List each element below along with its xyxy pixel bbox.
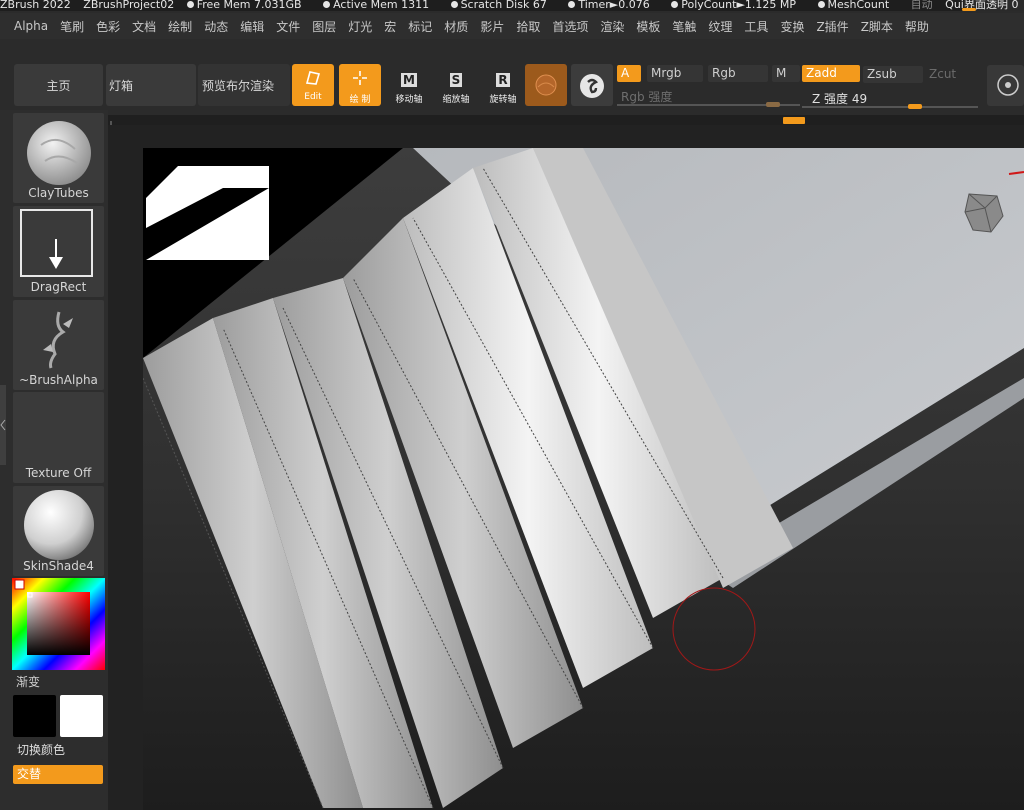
document-canvas[interactable] — [143, 148, 1024, 810]
timeline-ruler[interactable] — [108, 115, 1024, 129]
dot-icon — [671, 1, 679, 8]
brush-alpha-icon — [43, 311, 73, 369]
edit-button[interactable]: Edit — [292, 64, 334, 106]
menu-item[interactable]: Z插件 — [810, 18, 854, 35]
rgb-toggle[interactable]: Rgb — [708, 65, 768, 82]
timer: Timer►0.076 — [568, 0, 658, 11]
move-button[interactable]: M 移动轴 — [388, 64, 430, 106]
alpha-slot[interactable]: ~BrushAlpha — [13, 300, 104, 390]
menu-item[interactable]: 拾取 — [510, 18, 546, 35]
lightbox-button[interactable]: 灯箱 — [106, 64, 196, 106]
move-icon: M — [401, 73, 417, 87]
app-name: ZBrush 2022 — [0, 0, 71, 11]
menu-item[interactable]: 图层 — [306, 18, 342, 35]
menu-item[interactable]: 帮助 — [899, 18, 935, 35]
switch-color-button[interactable]: 切换颜色 — [13, 741, 103, 760]
menu-item[interactable]: 首选项 — [546, 18, 594, 35]
project-name: ZBrushProject02 — [83, 0, 175, 11]
color-picker-wheel[interactable] — [12, 578, 105, 670]
gradient-label[interactable]: 渐变 — [16, 673, 40, 690]
menu-item[interactable]: 文件 — [270, 18, 306, 35]
color-picker[interactable] — [12, 578, 105, 670]
z-intensity-track[interactable] — [802, 106, 978, 108]
local-symmetry-button[interactable] — [987, 65, 1024, 106]
menu-item[interactable]: Z脚本 — [855, 18, 899, 35]
color-sphere-button[interactable] — [571, 64, 613, 106]
timeline-knob[interactable] — [783, 117, 805, 124]
dragrect-thumbnail — [20, 209, 93, 277]
draw-button[interactable]: 绘 制 — [339, 64, 381, 106]
dot-icon — [817, 1, 825, 8]
meshcount: MeshCount — [817, 0, 899, 11]
menu-item[interactable]: 纹理 — [702, 18, 738, 35]
menu-item[interactable]: 影片 — [474, 18, 510, 35]
stroke-slot[interactable]: DragRect — [13, 206, 104, 297]
home-button[interactable]: 主页 — [14, 64, 103, 106]
zcut-toggle[interactable]: Zcut — [925, 66, 975, 83]
menu-item[interactable]: 编辑 — [234, 18, 270, 35]
rgb-intensity-label: Rgb 强度 — [621, 90, 673, 104]
rotate-button[interactable]: R 旋转轴 — [482, 64, 524, 106]
dot-icon — [568, 1, 576, 8]
scale-button[interactable]: S 缩放轴 — [435, 64, 477, 106]
menu-item[interactable]: 宏 — [378, 18, 402, 35]
free-mem: Free Mem 7.031GB — [186, 0, 311, 11]
bpr-button[interactable]: 预览布尔渲染 — [198, 64, 290, 106]
mrgb-toggle[interactable]: Mrgb — [647, 65, 703, 82]
scale-icon: S — [449, 73, 463, 87]
rgb-intensity-knob[interactable] — [765, 102, 780, 107]
menu-bar: Alpha 笔刷 色彩 文档 绘制 动态 编辑 文件 图层 灯光宏标记 材质 影片 拾取 首选项 渲染 模板笔… — [0, 13, 1024, 39]
menu-item[interactable]: 材质 — [438, 18, 474, 35]
tray-collapse-handle[interactable] — [0, 385, 6, 465]
menu-item[interactable]: 绘制 — [162, 18, 198, 35]
edit-icon — [292, 68, 334, 92]
secondary-color-swatch[interactable] — [60, 695, 103, 737]
material-slot[interactable]: SkinShade4 — [13, 486, 104, 576]
menu-item[interactable]: 变换 — [774, 18, 810, 35]
active-mem: Active Mem 1311 — [323, 0, 438, 11]
menu-item[interactable]: 文档 — [126, 18, 162, 35]
menu-item[interactable]: 灯光 — [342, 18, 378, 35]
target-icon — [997, 74, 1019, 96]
dot-icon — [186, 1, 194, 8]
m-toggle[interactable]: M — [772, 65, 800, 82]
transparency-slider[interactable] — [962, 8, 976, 11]
title-bar: ZBrush 2022 ZBrushProject02 Free Mem 7.0… — [0, 0, 1024, 11]
menu-item[interactable]: 标记 — [402, 18, 438, 35]
menu-item[interactable]: 笔触 — [666, 18, 702, 35]
polycount: PolyCount►1.125 MP — [671, 0, 805, 11]
menu-item[interactable]: 工具 — [738, 18, 774, 35]
a-toggle[interactable]: A — [617, 65, 641, 82]
material-sphere-icon — [525, 73, 567, 97]
texture-slot[interactable]: Texture Off — [13, 392, 104, 483]
material-sphere-button[interactable] — [525, 64, 567, 106]
skinshade-sphere-icon — [24, 490, 94, 560]
menu-item[interactable]: 模板 — [630, 18, 666, 35]
auto-label: 自动 — [910, 0, 933, 11]
main-color-swatch[interactable] — [13, 695, 56, 737]
brush-slot[interactable]: ClayTubes — [13, 113, 104, 203]
menu-item[interactable]: 动态 — [198, 18, 234, 35]
zadd-toggle[interactable]: Zadd — [802, 65, 860, 82]
z-intensity-label: Z 强度 49 — [812, 92, 868, 106]
z-intensity-knob[interactable] — [907, 104, 922, 109]
menu-item[interactable]: 色彩 — [90, 18, 126, 35]
arrow-down-icon — [49, 239, 63, 269]
dot-icon — [450, 1, 458, 8]
alternate-button[interactable]: 交替 — [13, 765, 103, 784]
dot-icon — [323, 1, 331, 8]
draw-icon — [339, 68, 381, 92]
menu-item[interactable]: 笔刷 — [54, 18, 90, 35]
claytubes-thumbnail-icon — [27, 121, 91, 185]
scratch-disk: Scratch Disk 67 — [450, 0, 556, 11]
zsub-toggle[interactable]: Zsub — [863, 66, 923, 83]
sphere-icon — [571, 73, 613, 98]
sculpt-mesh[interactable] — [143, 148, 1024, 810]
menu-item[interactable]: Alpha — [8, 19, 54, 33]
rotate-icon: R — [496, 73, 510, 87]
menu-item[interactable]: 渲染 — [594, 18, 630, 35]
